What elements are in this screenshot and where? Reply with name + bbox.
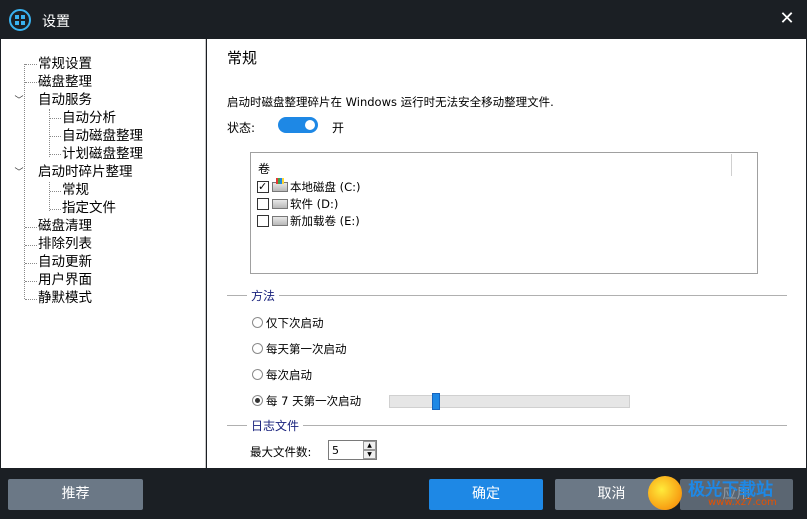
log-group-label: 日志文件 bbox=[247, 417, 304, 434]
system-drive-icon bbox=[272, 178, 288, 192]
tree-item-boot-defrag[interactable]: 启动时碎片整理 bbox=[38, 164, 133, 181]
tree-item-specified-files[interactable]: 指定文件 bbox=[62, 200, 116, 217]
status-value: 开 bbox=[332, 121, 345, 135]
volume-column-header: 卷 bbox=[258, 162, 271, 176]
method-option-next-boot[interactable]: 仅下次启动 bbox=[252, 315, 324, 331]
log-group-line bbox=[227, 425, 787, 426]
window-title: 设置 bbox=[42, 14, 70, 30]
volume-checkbox[interactable] bbox=[257, 215, 269, 227]
toggle-knob bbox=[305, 120, 315, 130]
drive-icon bbox=[272, 216, 288, 226]
close-icon[interactable]: ✕ bbox=[776, 8, 798, 30]
volume-row-c[interactable]: 本地磁盘 (C:) bbox=[257, 178, 361, 195]
max-files-label: 最大文件数: bbox=[250, 445, 312, 459]
tree-item-exclusion-list[interactable]: 排除列表 bbox=[38, 236, 92, 253]
volume-row-d[interactable]: 软件 (D:) bbox=[257, 196, 338, 212]
max-files-input[interactable] bbox=[332, 443, 358, 457]
tree-item-auto-defrag[interactable]: 自动磁盘整理 bbox=[62, 128, 143, 145]
radio-button[interactable] bbox=[252, 395, 263, 406]
radio-button[interactable] bbox=[252, 317, 263, 328]
spin-up-icon[interactable]: ▲ bbox=[363, 441, 376, 450]
method-group-label: 方法 bbox=[247, 287, 280, 304]
settings-tree: ﹀ ﹀ 常规设置 磁盘整理 自动服务 自动分析 自动磁盘整理 计划磁盘整理 启动… bbox=[1, 39, 206, 468]
method-option-daily-first[interactable]: 每天第一次启动 bbox=[252, 341, 347, 357]
tree-connector bbox=[50, 209, 61, 210]
volume-checkbox[interactable] bbox=[257, 179, 269, 195]
tree-item-auto-analyze[interactable]: 自动分析 bbox=[62, 110, 116, 127]
watermark-logo-icon bbox=[648, 476, 682, 510]
volume-row-e[interactable]: 新加载卷 (E:) bbox=[257, 213, 360, 229]
watermark-url: www.xz7.com bbox=[708, 497, 777, 508]
volume-list: 卷 本地磁盘 (C:) 软件 (D:) 新加载卷 (E:) bbox=[250, 152, 758, 274]
method-option-label: 仅下次启动 bbox=[266, 316, 324, 330]
method-option-label: 每次启动 bbox=[266, 368, 312, 382]
tree-item-general-settings[interactable]: 常规设置 bbox=[38, 56, 92, 73]
tree-connector bbox=[25, 82, 37, 83]
column-divider bbox=[731, 154, 732, 176]
status-toggle[interactable] bbox=[278, 117, 318, 133]
drive-icon bbox=[272, 199, 288, 209]
spin-down-icon[interactable]: ▼ bbox=[363, 450, 376, 459]
method-option-label: 每天第一次启动 bbox=[266, 342, 347, 356]
tree-connector bbox=[25, 299, 37, 300]
tree-item-defrag[interactable]: 磁盘整理 bbox=[38, 74, 92, 91]
tree-connector bbox=[50, 136, 61, 137]
max-files-stepper[interactable]: ▲ ▼ bbox=[328, 440, 377, 460]
tree-connector bbox=[49, 109, 50, 157]
ok-button[interactable]: 确定 bbox=[429, 479, 543, 510]
method-group-line bbox=[227, 295, 787, 296]
tree-connector bbox=[50, 154, 61, 155]
tree-connector bbox=[50, 191, 61, 192]
description-text: 启动时磁盘整理碎片在 Windows 运行时无法安全移动整理文件. bbox=[227, 95, 554, 109]
volume-label: 本地磁盘 (C:) bbox=[290, 180, 361, 194]
chevron-down-icon[interactable]: ﹀ bbox=[14, 168, 24, 178]
page-title: 常规 bbox=[227, 49, 258, 67]
tree-connector bbox=[50, 118, 61, 119]
status-label: 状态: bbox=[227, 121, 256, 135]
tree-item-scheduled-defrag[interactable]: 计划磁盘整理 bbox=[62, 146, 143, 163]
method-option-every-n-days[interactable]: 每 7 天第一次启动 bbox=[252, 393, 361, 409]
tree-item-user-interface[interactable]: 用户界面 bbox=[38, 272, 92, 289]
volume-checkbox[interactable] bbox=[257, 198, 269, 210]
tree-connector bbox=[25, 227, 37, 228]
method-option-label: 每 7 天第一次启动 bbox=[266, 394, 362, 408]
tree-item-silent-mode[interactable]: 静默模式 bbox=[38, 290, 92, 307]
slider-thumb[interactable] bbox=[432, 393, 440, 410]
defrag-logo-icon bbox=[9, 9, 31, 31]
chevron-down-icon[interactable]: ﹀ bbox=[14, 96, 24, 106]
radio-button[interactable] bbox=[252, 343, 263, 354]
tree-connector bbox=[25, 281, 37, 282]
tree-connector bbox=[25, 64, 37, 65]
volume-label: 软件 (D:) bbox=[290, 197, 339, 211]
method-option-every-boot[interactable]: 每次启动 bbox=[252, 367, 312, 383]
tree-connector bbox=[25, 263, 37, 264]
tree-item-auto-update[interactable]: 自动更新 bbox=[38, 254, 92, 271]
tree-item-auto-service[interactable]: 自动服务 bbox=[38, 92, 92, 109]
recommend-button[interactable]: 推荐 bbox=[8, 479, 143, 510]
watermark: 极光下载站 www.xz7.com bbox=[648, 474, 798, 514]
days-slider[interactable] bbox=[389, 393, 630, 410]
tree-item-general[interactable]: 常规 bbox=[62, 182, 89, 199]
tree-connector bbox=[49, 182, 50, 211]
tree-connector bbox=[25, 245, 37, 246]
radio-button[interactable] bbox=[252, 369, 263, 380]
settings-content: 常规 启动时磁盘整理碎片在 Windows 运行时无法安全移动整理文件. 状态:… bbox=[207, 39, 806, 468]
tree-item-disk-cleanup[interactable]: 磁盘清理 bbox=[38, 218, 92, 235]
title-bar: 设置 ✕ bbox=[0, 0, 807, 39]
volume-label: 新加载卷 (E:) bbox=[290, 214, 360, 228]
